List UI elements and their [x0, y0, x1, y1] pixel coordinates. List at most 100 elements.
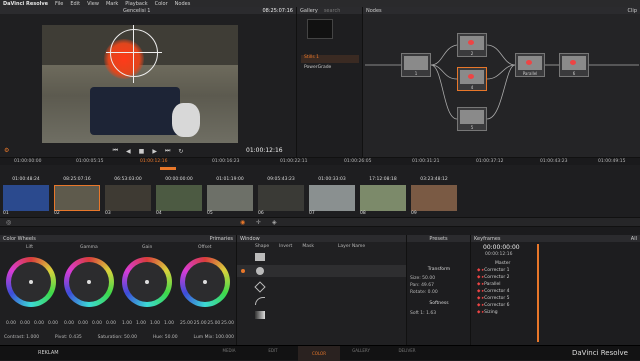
- camera-raw-icon[interactable]: ◎: [6, 219, 11, 226]
- tab-color[interactable]: COLOR: [298, 346, 340, 361]
- keyframes-filter[interactable]: All: [631, 236, 637, 242]
- curve-window-shape[interactable]: [255, 297, 265, 305]
- lum-mix-value[interactable]: Lum Mix: 100.000: [194, 335, 234, 340]
- lift-value-g[interactable]: 0.00: [34, 321, 44, 326]
- offset-value-b[interactable]: 25.00: [221, 321, 234, 326]
- play-reverse-icon[interactable]: ◀: [126, 148, 131, 155]
- circle-window-shape[interactable]: [256, 267, 264, 275]
- ruler-tick-current: 01:00:12:16: [140, 159, 168, 164]
- offset-value-r[interactable]: 25.00: [194, 321, 207, 326]
- menu-view[interactable]: View: [87, 1, 99, 7]
- loop-icon[interactable]: ↻: [178, 148, 183, 155]
- hue-value[interactable]: Hue: 50.00: [153, 335, 178, 340]
- power-window-circle[interactable]: [110, 29, 158, 77]
- polygon-window-shape[interactable]: [254, 281, 266, 293]
- keyframes-title: Keyframes: [474, 235, 501, 242]
- menu-nodes[interactable]: Nodes: [175, 1, 191, 7]
- ruler-tick: 01:00:31:21: [412, 159, 440, 164]
- node-5[interactable]: 5: [457, 107, 487, 131]
- lift-value-r[interactable]: 0.00: [20, 321, 30, 326]
- tab-edit[interactable]: EDIT: [258, 348, 288, 353]
- skip-end-icon[interactable]: ⏭: [165, 147, 170, 155]
- gradient-window-shape[interactable]: [255, 311, 265, 319]
- gamma-value-y[interactable]: 0.00: [64, 321, 74, 326]
- lift-value-b[interactable]: 0.00: [48, 321, 58, 326]
- tab-media[interactable]: MEDIA: [214, 348, 244, 353]
- clip-thumb[interactable]: 01:00:48:24 01: [3, 177, 49, 216]
- clip-number: 07: [309, 211, 315, 216]
- stop-icon[interactable]: ■: [139, 148, 145, 155]
- clip-thumb[interactable]: 06:53:03:00 03: [105, 177, 151, 216]
- playhead-marker[interactable]: [160, 167, 176, 170]
- gallery-search[interactable]: search: [324, 8, 341, 14]
- clip-thumb[interactable]: 00:00:00:00 04: [156, 177, 202, 216]
- node-thumb: [460, 110, 484, 124]
- size-value[interactable]: Size: 50.00: [410, 276, 435, 281]
- blur-icon[interactable]: ◈: [272, 219, 277, 226]
- gamma-value-b[interactable]: 0.00: [106, 321, 116, 326]
- video-frame[interactable]: [42, 25, 238, 143]
- wheel-puck[interactable]: [203, 280, 207, 284]
- node-thumb-highlight: [468, 40, 474, 45]
- gear-icon[interactable]: ⚙: [4, 147, 9, 154]
- gain-value-g[interactable]: 1.00: [150, 321, 160, 326]
- wheel-puck[interactable]: [145, 280, 149, 284]
- tracker-icon[interactable]: ✛: [256, 219, 261, 226]
- clip-thumb[interactable]: 17:12:08:18 08: [360, 177, 406, 216]
- gallery-stills-item[interactable]: Stills 1: [301, 55, 359, 63]
- saturation-value[interactable]: Saturation: 50.00: [98, 335, 137, 340]
- app-name: DaVinci Resolve: [3, 0, 49, 7]
- lift-value-y[interactable]: 0.00: [6, 321, 16, 326]
- rotate-value[interactable]: Rotate: 0.00: [410, 290, 438, 295]
- gamma-wheel[interactable]: [64, 257, 114, 307]
- gamma-value-r[interactable]: 0.00: [78, 321, 88, 326]
- menu-file[interactable]: File: [55, 1, 63, 7]
- gain-wheel[interactable]: [122, 257, 172, 307]
- play-icon[interactable]: ▶: [152, 148, 157, 155]
- window-tool-icon[interactable]: ◉: [240, 219, 245, 226]
- soft1-value[interactable]: Soft 1: 1.63: [410, 311, 436, 316]
- menu-edit[interactable]: Edit: [70, 1, 80, 7]
- offset-value-g[interactable]: 25.00: [207, 321, 220, 326]
- clip-thumb[interactable]: 01:01:19:00 05: [207, 177, 253, 216]
- kf-row-label: Corrector 2: [484, 274, 510, 280]
- contrast-value[interactable]: Contrast: 1.000: [4, 335, 39, 340]
- gallery-powergrade-item[interactable]: PowerGrade: [301, 65, 359, 73]
- tab-deliver[interactable]: DELIVER: [392, 348, 422, 353]
- menu-color[interactable]: Color: [155, 1, 168, 7]
- wheel-puck[interactable]: [29, 280, 33, 284]
- clip-thumb[interactable]: 01:00:33:03 07: [309, 177, 355, 216]
- node-6[interactable]: 6: [559, 53, 589, 77]
- timeline-ruler[interactable]: 01:00:00:00 01:00:05:15 01:00:12:16 01:0…: [0, 157, 640, 165]
- pan-value[interactable]: Pan: 49.67: [410, 283, 434, 288]
- node-4[interactable]: 4: [457, 67, 487, 91]
- tab-gallery[interactable]: GALLERY: [346, 348, 376, 353]
- lift-wheel[interactable]: [6, 257, 56, 307]
- offset-value-y[interactable]: 25.00: [180, 321, 193, 326]
- gain-value-r[interactable]: 1.00: [136, 321, 146, 326]
- node-parallel[interactable]: Parallel: [515, 53, 545, 77]
- gain-value-b[interactable]: 1.00: [164, 321, 174, 326]
- wheels-mode[interactable]: Primaries: [210, 236, 233, 242]
- offset-wheel[interactable]: [180, 257, 230, 307]
- skip-start-icon[interactable]: ⏮: [113, 147, 118, 155]
- menu-mark[interactable]: Mark: [106, 1, 118, 7]
- node-2[interactable]: 2: [457, 33, 487, 57]
- clip-number: 05: [207, 211, 213, 216]
- clip-thumb[interactable]: 03:23:48:12 09: [411, 177, 457, 216]
- clip-thumb[interactable]: 09:05:43:23 06: [258, 177, 304, 216]
- pivot-value[interactable]: Pivot: 0.435: [55, 335, 82, 340]
- linear-window-shape[interactable]: [255, 253, 265, 261]
- lift-label: Lift: [26, 245, 34, 250]
- node-label: 5: [470, 125, 474, 130]
- gain-value-y[interactable]: 1.00: [122, 321, 132, 326]
- kf-row-label: Corrector 4: [484, 288, 510, 294]
- gamma-value-g[interactable]: 0.00: [92, 321, 102, 326]
- menu-playback[interactable]: Playback: [125, 1, 147, 7]
- node-1[interactable]: 1: [401, 53, 431, 77]
- kf-row[interactable]: ◆ ▸ Sizing: [471, 308, 640, 316]
- gallery-still-thumb[interactable]: [307, 19, 333, 39]
- wheel-puck[interactable]: [87, 280, 91, 284]
- gamma-values: 0.00 0.00 0.00 0.00: [64, 321, 116, 326]
- clip-thumb-selected[interactable]: 08:25:07:16 02: [54, 177, 100, 216]
